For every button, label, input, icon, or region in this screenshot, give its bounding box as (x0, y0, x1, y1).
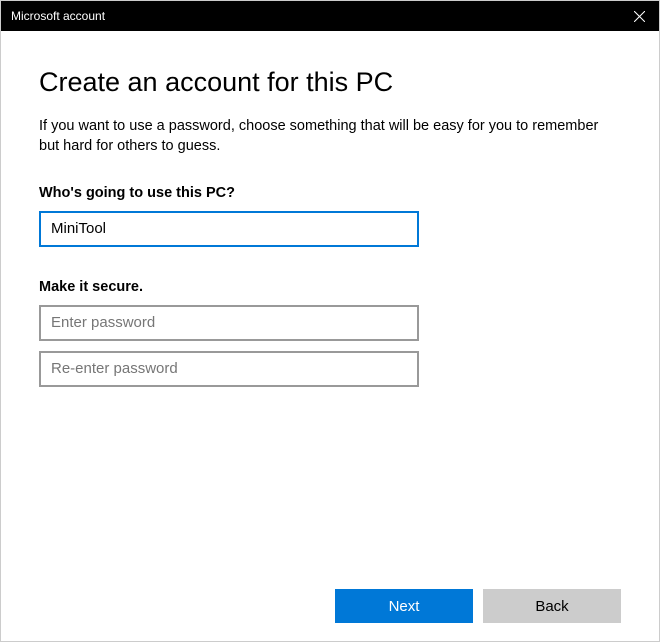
security-label: Make it secure. (39, 279, 621, 295)
password-confirm-input[interactable] (39, 351, 419, 387)
close-button[interactable] (619, 1, 659, 31)
close-icon (634, 11, 645, 22)
next-button[interactable]: Next (335, 589, 473, 623)
page-description: If you want to use a password, choose so… (39, 116, 621, 157)
back-button[interactable]: Back (483, 589, 621, 623)
titlebar: Microsoft account (1, 1, 659, 31)
username-input[interactable] (39, 211, 419, 247)
page-title: Create an account for this PC (39, 67, 621, 98)
content-area: Create an account for this PC If you wan… (1, 31, 659, 571)
password-input[interactable] (39, 305, 419, 341)
window-title: Microsoft account (11, 9, 105, 23)
username-label: Who's going to use this PC? (39, 185, 621, 201)
footer: Next Back (1, 571, 659, 641)
